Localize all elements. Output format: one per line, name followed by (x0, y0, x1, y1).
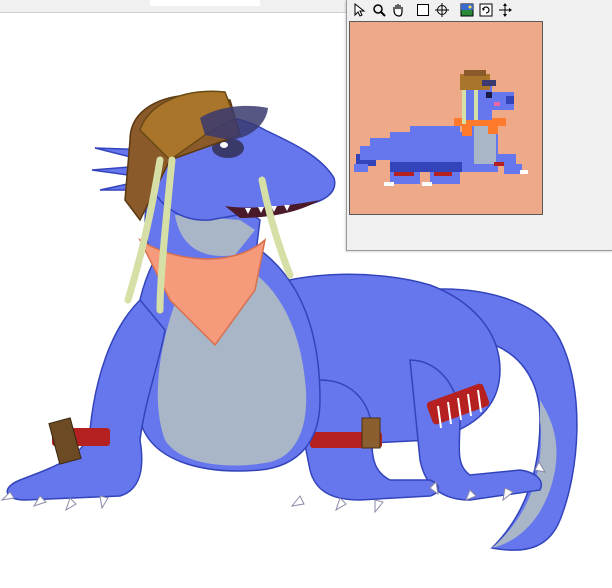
sprite-preview-canvas[interactable] (349, 21, 543, 215)
hand-icon[interactable] (389, 1, 407, 19)
resize-arrows-icon[interactable] (496, 1, 514, 19)
picture-icon[interactable] (458, 1, 476, 19)
pixel-sprite (354, 70, 528, 186)
front-leg-pouch (48, 417, 82, 465)
sprite-preview-window (346, 0, 612, 251)
arrow-cursor-icon[interactable] (351, 1, 369, 19)
front-leg (6, 298, 166, 501)
refresh-icon[interactable] (477, 1, 495, 19)
preview-toolbar (347, 0, 612, 20)
eye-shine (220, 142, 228, 148)
crosshair-icon[interactable] (433, 1, 451, 19)
arrow-pouch (361, 417, 381, 449)
rectangle-select-icon[interactable] (414, 1, 432, 19)
magnifier-icon[interactable] (370, 1, 388, 19)
